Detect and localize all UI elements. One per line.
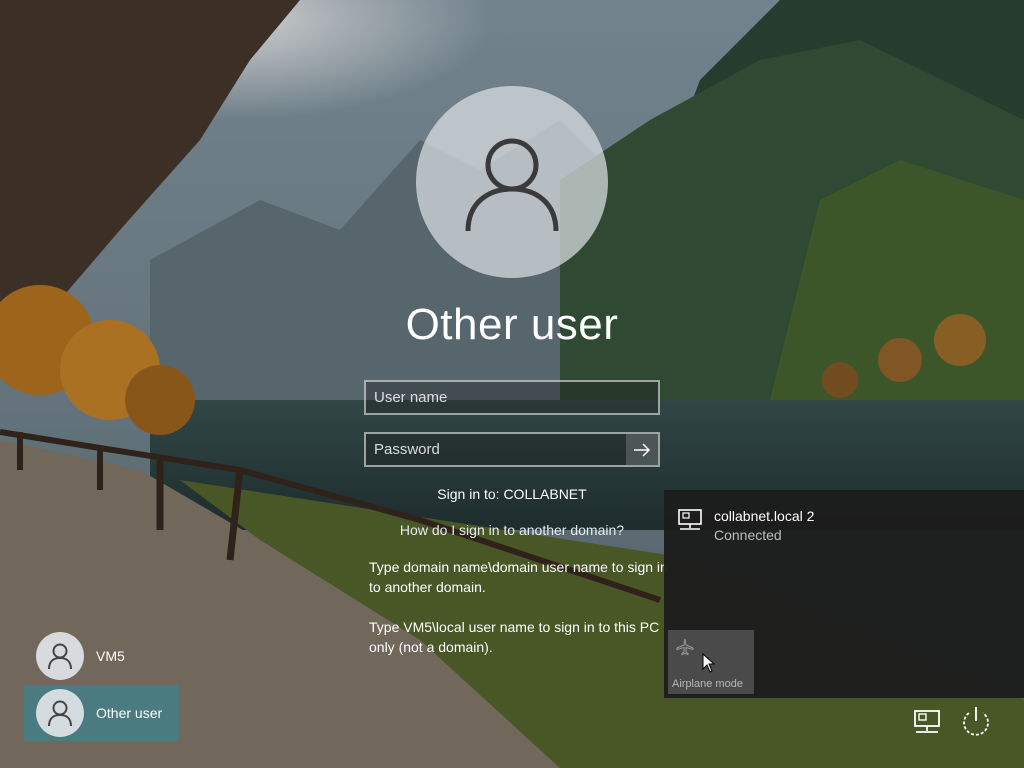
airplane-icon xyxy=(676,638,694,656)
local-help-text: Type VM5\local user name to sign in to t… xyxy=(369,619,660,655)
avatar xyxy=(36,632,84,680)
user-tile-other-user[interactable]: Other user xyxy=(24,685,179,741)
submit-button[interactable] xyxy=(626,434,658,465)
network-tray-button[interactable] xyxy=(912,708,944,741)
ethernet-network-icon xyxy=(914,710,940,733)
power-button[interactable] xyxy=(958,704,994,745)
username-field-box xyxy=(364,380,660,415)
power-icon xyxy=(963,707,989,736)
airplane-mode-label: Airplane mode xyxy=(672,678,743,690)
network-flyout: collabnet.local 2 Connected Airplane mod… xyxy=(664,490,1024,698)
page-title: Other user xyxy=(405,300,619,349)
sign-in-domain-text: Sign in to: COLLABNET xyxy=(437,486,587,502)
password-field-box xyxy=(364,432,660,467)
network-connection-item[interactable] xyxy=(676,508,704,537)
network-name[interactable]: collabnet.local 2 xyxy=(714,508,814,524)
arrow-right-icon xyxy=(634,442,651,457)
password-input[interactable] xyxy=(366,434,628,465)
domain-help-text: Type domain name\domain user name to sig… xyxy=(369,559,668,595)
user-name-label: Other user xyxy=(96,705,163,721)
user-name-label: VM5 xyxy=(96,648,125,664)
username-input[interactable] xyxy=(366,382,658,413)
mouse-pointer-icon xyxy=(702,653,716,673)
person-icon xyxy=(48,700,72,727)
person-icon xyxy=(48,643,72,670)
another-domain-help-link[interactable]: How do I sign in to another domain? xyxy=(312,522,712,538)
ethernet-network-icon xyxy=(678,509,702,530)
user-avatar-large xyxy=(416,86,608,278)
network-status: Connected xyxy=(714,527,782,543)
avatar xyxy=(36,689,84,737)
person-icon xyxy=(465,138,559,232)
user-tile-vm5[interactable]: VM5 xyxy=(24,628,179,684)
